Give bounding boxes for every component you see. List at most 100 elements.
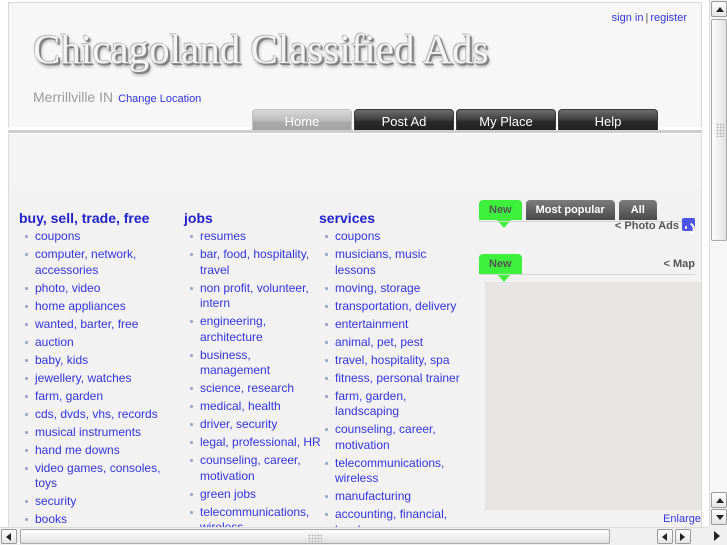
- list-item[interactable]: photo, video: [25, 281, 169, 297]
- category-link[interactable]: animal, pet, pest: [335, 335, 423, 349]
- scroll-right-button[interactable]: [675, 529, 691, 544]
- category-link[interactable]: telecommunications, wireless: [200, 505, 309, 528]
- category-link[interactable]: engineering, architecture: [200, 314, 266, 344]
- list-item[interactable]: manufacturing: [325, 489, 469, 505]
- sign-in-link[interactable]: sign in: [612, 12, 644, 24]
- category-link[interactable]: hand me downs: [35, 443, 120, 457]
- category-link[interactable]: musicians, music lessons: [335, 247, 426, 277]
- list-item[interactable]: computer, network, accessories: [25, 247, 169, 278]
- list-item[interactable]: farm, garden, landscaping: [325, 389, 469, 420]
- category-link[interactable]: auction: [35, 335, 74, 349]
- category-link[interactable]: security: [35, 494, 76, 508]
- category-link[interactable]: bar, food, hospitality, travel: [200, 247, 309, 277]
- category-link[interactable]: counseling, career, motivation: [200, 453, 301, 483]
- change-location-link[interactable]: Change Location: [118, 93, 201, 105]
- category-link[interactable]: accounting, financial, legal: [335, 507, 447, 527]
- category-link[interactable]: coupons: [335, 229, 380, 243]
- category-link[interactable]: home appliances: [35, 299, 126, 313]
- category-link[interactable]: science, research: [200, 381, 294, 395]
- scroll-left-button-right[interactable]: [657, 529, 673, 544]
- list-item[interactable]: fitness, personal trainer: [325, 371, 469, 387]
- category-link[interactable]: travel, hospitality, spa: [335, 353, 450, 367]
- category-link[interactable]: baby, kids: [35, 353, 88, 367]
- list-item[interactable]: cds, dvds, vhs, records: [25, 407, 169, 423]
- photo-ads-link[interactable]: < Photo Ads: [615, 220, 679, 232]
- list-item[interactable]: engineering, architecture: [190, 314, 324, 345]
- list-item[interactable]: moving, storage: [325, 281, 469, 297]
- horizontal-scrollbar[interactable]: [0, 527, 709, 545]
- list-item[interactable]: wanted, barter, free: [25, 317, 169, 333]
- category-link[interactable]: moving, storage: [335, 281, 420, 295]
- category-link[interactable]: counseling, career, motivation: [335, 422, 436, 452]
- list-item[interactable]: resumes: [190, 229, 324, 245]
- category-link[interactable]: medical, health: [200, 399, 281, 413]
- category-link[interactable]: green jobs: [200, 487, 256, 501]
- list-item[interactable]: coupons: [325, 229, 469, 245]
- horizontal-scrollbar-thumb[interactable]: [20, 529, 610, 544]
- map-link[interactable]: < Map: [664, 258, 695, 270]
- new-badge[interactable]: New: [479, 254, 522, 274]
- list-item[interactable]: non profit, volunteer, intern: [190, 281, 324, 312]
- category-link[interactable]: telecommunications, wireless: [335, 456, 444, 486]
- list-item[interactable]: home appliances: [25, 299, 169, 315]
- category-link[interactable]: musical instruments: [35, 425, 141, 439]
- scroll-up-button-bottom[interactable]: [711, 492, 727, 508]
- list-item[interactable]: driver, security: [190, 417, 324, 433]
- list-item[interactable]: science, research: [190, 381, 324, 397]
- category-link[interactable]: legal, professional, HR: [200, 435, 321, 449]
- list-item[interactable]: travel, hospitality, spa: [325, 353, 469, 369]
- vertical-scrollbar[interactable]: [709, 0, 727, 527]
- category-link[interactable]: manufacturing: [335, 489, 411, 503]
- category-link[interactable]: transportation, delivery: [335, 299, 456, 313]
- category-link[interactable]: coupons: [35, 229, 80, 243]
- list-item[interactable]: transportation, delivery: [325, 299, 469, 315]
- list-item[interactable]: musicians, music lessons: [325, 247, 469, 278]
- list-item[interactable]: bar, food, hospitality, travel: [190, 247, 324, 278]
- category-link[interactable]: video games, consoles, toys: [35, 461, 160, 491]
- list-item[interactable]: auction: [25, 335, 169, 351]
- category-link[interactable]: books: [35, 512, 67, 526]
- list-item[interactable]: telecommunications, wireless: [325, 456, 469, 487]
- filter-tab-new[interactable]: New: [479, 200, 522, 220]
- list-item[interactable]: medical, health: [190, 399, 324, 415]
- list-item[interactable]: business, management: [190, 348, 324, 379]
- category-link[interactable]: cds, dvds, vhs, records: [35, 407, 158, 421]
- list-item[interactable]: farm, garden: [25, 389, 169, 405]
- scroll-down-button[interactable]: [711, 509, 727, 525]
- register-link[interactable]: register: [650, 12, 687, 24]
- list-item[interactable]: security: [25, 494, 169, 510]
- list-item[interactable]: video games, consoles, toys: [25, 461, 169, 492]
- category-link[interactable]: driver, security: [200, 417, 277, 431]
- list-item[interactable]: musical instruments: [25, 425, 169, 441]
- list-item[interactable]: books: [25, 512, 169, 527]
- scroll-left-button[interactable]: [1, 529, 17, 544]
- map-placeholder[interactable]: [485, 282, 701, 510]
- category-link[interactable]: jewellery, watches: [35, 371, 131, 385]
- category-link[interactable]: farm, garden, landscaping: [335, 389, 406, 419]
- list-item[interactable]: green jobs: [190, 487, 324, 503]
- vertical-scrollbar-thumb[interactable]: [711, 19, 727, 241]
- category-link[interactable]: computer, network, accessories: [35, 247, 136, 277]
- list-item[interactable]: legal, professional, HR: [190, 435, 324, 451]
- category-link[interactable]: resumes: [200, 229, 246, 243]
- list-item[interactable]: accounting, financial, legal: [325, 507, 469, 527]
- category-link[interactable]: entertainment: [335, 317, 408, 331]
- filter-tab-all[interactable]: All: [618, 200, 657, 220]
- list-item[interactable]: animal, pet, pest: [325, 335, 469, 351]
- list-item[interactable]: counseling, career, motivation: [190, 453, 324, 484]
- enlarge-map-link[interactable]: Enlarge: [663, 513, 701, 525]
- scroll-up-button[interactable]: [711, 1, 727, 17]
- list-item[interactable]: counseling, career, motivation: [325, 422, 469, 453]
- list-item[interactable]: telecommunications, wireless: [190, 505, 324, 528]
- category-link[interactable]: wanted, barter, free: [35, 317, 138, 331]
- list-item[interactable]: jewellery, watches: [25, 371, 169, 387]
- category-link[interactable]: farm, garden: [35, 389, 103, 403]
- category-link[interactable]: fitness, personal trainer: [335, 371, 460, 385]
- rss-icon[interactable]: [682, 218, 695, 231]
- list-item[interactable]: hand me downs: [25, 443, 169, 459]
- category-link[interactable]: business, management: [200, 348, 270, 378]
- list-item[interactable]: coupons: [25, 229, 169, 245]
- list-item[interactable]: baby, kids: [25, 353, 169, 369]
- category-link[interactable]: non profit, volunteer, intern: [200, 281, 309, 311]
- list-item[interactable]: entertainment: [325, 317, 469, 333]
